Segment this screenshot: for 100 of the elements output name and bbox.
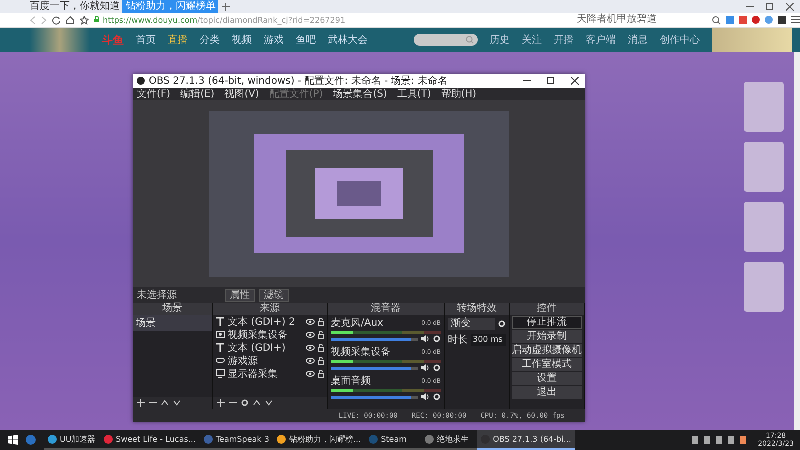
lock-icon[interactable] (318, 330, 324, 338)
menu-item[interactable]: 视图(V) (224, 87, 260, 101)
settings-icon[interactable] (498, 320, 506, 328)
toolbar-button[interactable]: 滤镜 (259, 288, 289, 302)
volume-slider[interactable] (331, 366, 418, 370)
maximize-icon[interactable] (547, 77, 555, 85)
search-icon[interactable] (712, 16, 721, 24)
up-icon[interactable] (161, 399, 169, 407)
taskbar-button[interactable]: Sweet Life - Lucas... (100, 430, 200, 450)
toolbar-button[interactable]: 属性 (225, 288, 255, 302)
dock-title: 转场特效 (445, 303, 509, 315)
header-action-link[interactable]: 开播 (554, 33, 574, 47)
speaker-icon[interactable] (421, 335, 430, 343)
browser-tab[interactable]: 百度一下，你就知道 (26, 0, 122, 13)
lock-icon[interactable] (318, 318, 324, 326)
control-button[interactable]: 设置 (512, 372, 582, 385)
header-action-link[interactable]: 创作中心 (660, 33, 700, 47)
control-button[interactable]: 退出 (512, 386, 582, 399)
text-icon (216, 343, 225, 352)
volume-slider[interactable] (331, 396, 418, 398)
lock-icon (94, 16, 100, 22)
nav-link[interactable]: 鱼吧 (296, 33, 316, 47)
header-action-link[interactable]: 客户端 (586, 33, 616, 47)
nav-link[interactable]: 武林大会 (328, 33, 368, 47)
taskbar-button[interactable]: Steam (365, 430, 422, 450)
visibility-icon[interactable] (306, 318, 315, 324)
scrollbar[interactable] (794, 52, 800, 430)
taskbar-button[interactable]: UU加速器 (44, 430, 100, 450)
menu-item[interactable]: 文件(F) (137, 87, 171, 101)
nav-link[interactable]: 视频 (232, 33, 252, 47)
up-icon[interactable] (253, 399, 261, 407)
windows-start-icon[interactable] (8, 435, 18, 445)
lock-icon[interactable] (318, 370, 324, 378)
new-tab-icon[interactable] (222, 2, 230, 10)
transition-dropdown[interactable]: 渐变 (448, 318, 495, 330)
taskbar-button[interactable]: 钻粉助力，闪耀榜... (273, 430, 366, 450)
menu-item[interactable]: 帮助(H) (441, 87, 477, 101)
source-item[interactable]: 视频采集设备 (228, 328, 303, 342)
gamepad-icon (216, 356, 225, 365)
source-item[interactable]: 文本 (GDI+) 2 (228, 315, 303, 328)
address-field[interactable]: https://www.douyu.com/topic/diamondRank_cj?rid=2267291 (94, 16, 572, 24)
visibility-icon[interactable] (306, 332, 315, 338)
header-action-link[interactable]: 历史 (490, 33, 510, 47)
visibility-icon[interactable] (306, 358, 315, 364)
lock-icon[interactable] (318, 344, 324, 352)
source-item[interactable]: 文本 (GDI+) (228, 340, 303, 354)
down-icon[interactable] (173, 399, 181, 407)
volume-slider[interactable] (331, 338, 418, 340)
control-button[interactable]: 开始录制 (512, 330, 582, 343)
taskbar-button[interactable]: TeamSpeak 3 (200, 430, 274, 450)
reload-icon[interactable] (52, 16, 61, 24)
control-button[interactable]: 启动虚拟摄像机 (512, 344, 582, 357)
header-action-link[interactable]: 消息 (628, 33, 648, 47)
camera-icon (216, 330, 225, 339)
speaker-icon[interactable] (421, 393, 430, 401)
menu-item[interactable]: 场景集合(S) (333, 87, 388, 101)
close-icon[interactable] (571, 77, 579, 85)
duration-field[interactable]: 300 ms (471, 334, 506, 346)
text-icon (216, 317, 225, 326)
speaker-icon[interactable] (421, 364, 430, 372)
promo-card (744, 262, 784, 312)
search-field[interactable]: 天降者机甲放碧道 (577, 14, 707, 26)
add-icon[interactable] (217, 399, 225, 407)
nav-link[interactable]: 直播 (168, 33, 188, 47)
restore-icon[interactable] (766, 2, 774, 10)
star-icon[interactable] (80, 16, 89, 24)
header-action-link[interactable]: 关注 (522, 33, 542, 47)
source-item[interactable]: 游戏源 (228, 354, 303, 368)
channel-name: 麦克风/Aux (331, 316, 384, 330)
add-icon[interactable] (137, 399, 145, 407)
settings-icon[interactable] (433, 335, 441, 343)
site-search-field[interactable] (414, 34, 478, 46)
close-icon[interactable] (786, 2, 794, 10)
promo-card (744, 142, 784, 192)
settings-icon[interactable] (241, 399, 249, 407)
duration-label: 时长 (448, 334, 468, 347)
visibility-icon[interactable] (306, 344, 315, 350)
nav-link[interactable]: 首页 (136, 33, 156, 47)
settings-icon[interactable] (433, 393, 441, 401)
scene-item[interactable]: 场景 (133, 315, 212, 331)
down-icon[interactable] (265, 399, 273, 407)
home-icon[interactable] (66, 16, 75, 24)
monitor-icon (216, 369, 225, 378)
nav-link[interactable]: 游戏 (264, 33, 284, 47)
menu-item[interactable]: 编辑(E) (180, 87, 215, 101)
control-button[interactable]: 工作室模式 (512, 358, 582, 371)
menu-item[interactable]: 工具(T) (397, 87, 432, 101)
channel-name: 视频采集设备 (331, 346, 391, 359)
lock-icon[interactable] (318, 356, 324, 364)
menu-icon[interactable] (791, 16, 800, 24)
visibility-icon[interactable] (306, 370, 315, 376)
taskbar-button[interactable]: OBS 27.1.3 (64-bi... (477, 430, 576, 450)
window-title: OBS 27.1.3 (64-bit, windows) - 配置文件: 未命名 - 场景: 未命名 (149, 74, 448, 88)
control-button[interactable]: 停止推流 (512, 316, 582, 329)
channel-name: 桌面音频 (331, 374, 371, 388)
settings-icon[interactable] (433, 364, 441, 372)
nav-link[interactable]: 分类 (200, 33, 220, 47)
dock-title: 控件 (510, 303, 584, 315)
promo-card (744, 82, 784, 132)
source-item[interactable]: 显示器采集 (228, 366, 303, 380)
